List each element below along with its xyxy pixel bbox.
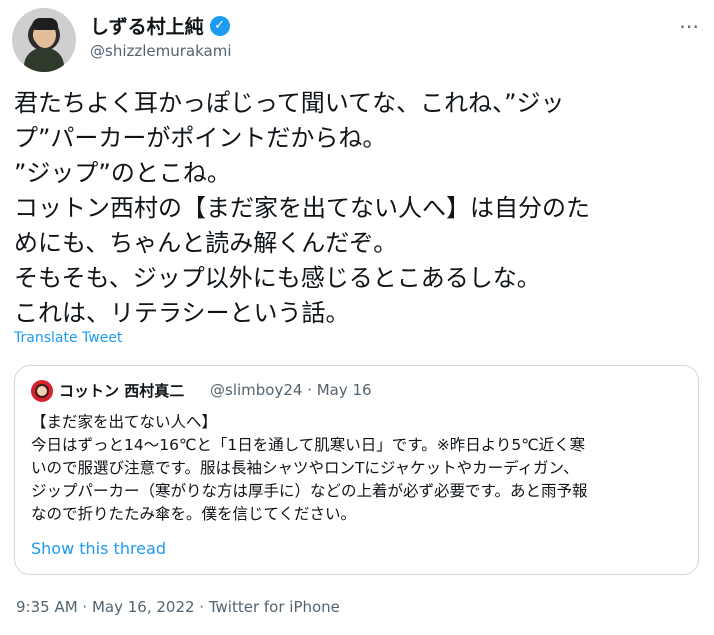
author-display-name[interactable]: しずる村上純 (90, 12, 204, 39)
avatar-shirt (24, 48, 64, 72)
quoted-author-handle-date: @slimboy24 · May 16 (210, 381, 372, 399)
quoted-avatar-face (35, 384, 49, 398)
more-options-icon[interactable]: ⋯ (679, 14, 700, 38)
quoted-tweet-text: 【まだ家を出てない人へ】 今日はずっと14～16℃と「1日を通して肌寒い日」です… (31, 413, 588, 523)
verified-badge-icon: ✓ (209, 15, 230, 36)
author-avatar[interactable] (12, 8, 76, 72)
quoted-author-name: コットン 西村真二 (59, 382, 185, 400)
quoted-author-avatar (31, 380, 53, 402)
author-handle[interactable]: @shizzlemurakami (90, 42, 232, 60)
translate-tweet-link[interactable]: Translate Tweet (14, 330, 122, 346)
show-thread-link[interactable]: Show this thread (31, 539, 166, 558)
tweet-timestamp[interactable]: 9:35 AM · May 16, 2022 · Twitter for iPh… (16, 598, 340, 616)
tweet-header: しずる村上純 ✓ @shizzlemurakami ⋯ (0, 0, 714, 80)
avatar-hair (32, 18, 58, 30)
author-name-row[interactable]: しずる村上純 ✓ (90, 12, 230, 39)
tweet-text: 君たちよく耳かっぽじって聞いてな、これね、”ジッ プ”パーカーがポイントだからね… (14, 89, 590, 327)
quoted-tweet[interactable]: コットン 西村真二 @slimboy24 · May 16 【まだ家を出てない人… (14, 365, 699, 575)
